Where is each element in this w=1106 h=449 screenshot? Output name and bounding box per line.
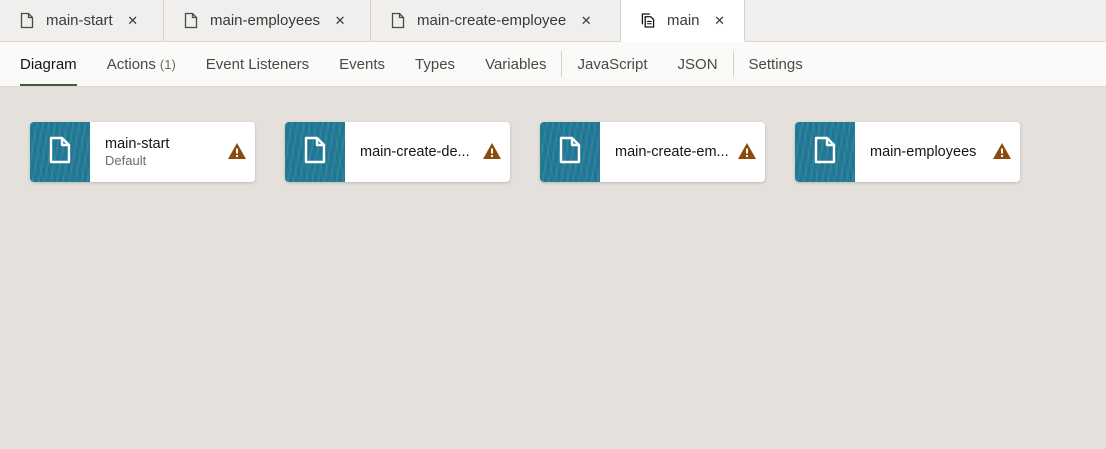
page-icon [303,136,327,169]
tab-diagram-label: Diagram [20,55,77,73]
tab-label: main-start [46,12,113,29]
card-title: main-create-de... [360,144,470,160]
tab-settings-label: Settings [748,55,803,73]
page-card-main-create-employee[interactable]: main-create-em... [540,122,765,182]
close-icon[interactable]: ✕ [334,13,346,29]
tab-diagram[interactable]: Diagram [20,42,77,86]
close-icon[interactable]: ✕ [714,13,726,29]
close-icon[interactable]: ✕ [580,13,592,29]
tab-javascript[interactable]: JavaScript [577,42,647,86]
tab-actions-label: Actions [106,55,156,73]
warning-icon[interactable] [227,142,247,160]
tab-types[interactable]: Types [415,42,455,86]
card-title: main-create-em... [615,144,729,160]
editor-tab-bar: main-start ✕ main-employees ✕ main-creat… [0,0,1106,42]
tab-main[interactable]: main ✕ [621,0,745,42]
tab-json-label: JSON [677,55,718,73]
page-icon [391,12,405,29]
page-thumbnail [540,122,600,182]
divider [732,51,734,77]
page-thumbnail [285,122,345,182]
flow-icon [641,12,655,29]
page-icon [184,12,198,29]
tab-types-label: Types [415,55,456,73]
warning-icon[interactable] [737,142,757,160]
page-icon [20,12,34,29]
tab-main-employees[interactable]: main-employees ✕ [164,0,371,41]
diagram-canvas: main-start Default main-create-de... mai… [0,87,1106,449]
tab-events-label: Events [339,55,386,73]
tab-label: main-employees [210,12,321,29]
page-card-main-employees[interactable]: main-employees [795,122,1020,182]
tab-main-create-employee[interactable]: main-create-employee ✕ [371,0,621,41]
card-title: main-employees [870,144,977,160]
tab-event-listeners-label: Event Listeners [205,55,310,73]
tab-variables[interactable]: Variables [485,42,546,86]
divider [561,51,563,77]
tab-main-start[interactable]: main-start ✕ [0,0,164,41]
tab-variables-label: Variables [485,55,547,73]
actions-count-badge: (1) [159,56,176,72]
page-thumbnail [30,122,90,182]
tab-actions[interactable]: Actions (1) [107,42,176,86]
tab-label: main [667,12,700,29]
tab-json[interactable]: JSON [678,42,718,86]
card-title: main-start [105,136,170,152]
close-icon[interactable]: ✕ [127,13,139,29]
page-card-main-start[interactable]: main-start Default [30,122,255,182]
page-icon [813,136,837,169]
tab-label: main-create-employee [417,12,567,29]
warning-icon[interactable] [482,142,502,160]
page-icon [558,136,582,169]
page-icon [48,136,72,169]
tab-settings[interactable]: Settings [749,42,803,86]
page-card-main-create-department[interactable]: main-create-de... [285,122,510,182]
tab-event-listeners[interactable]: Event Listeners [206,42,309,86]
designer-subnav: Diagram Actions (1) Event Listeners Event… [0,42,1106,87]
tab-javascript-label: JavaScript [577,55,648,73]
warning-icon[interactable] [992,142,1012,160]
page-thumbnail [795,122,855,182]
tab-events[interactable]: Events [339,42,385,86]
